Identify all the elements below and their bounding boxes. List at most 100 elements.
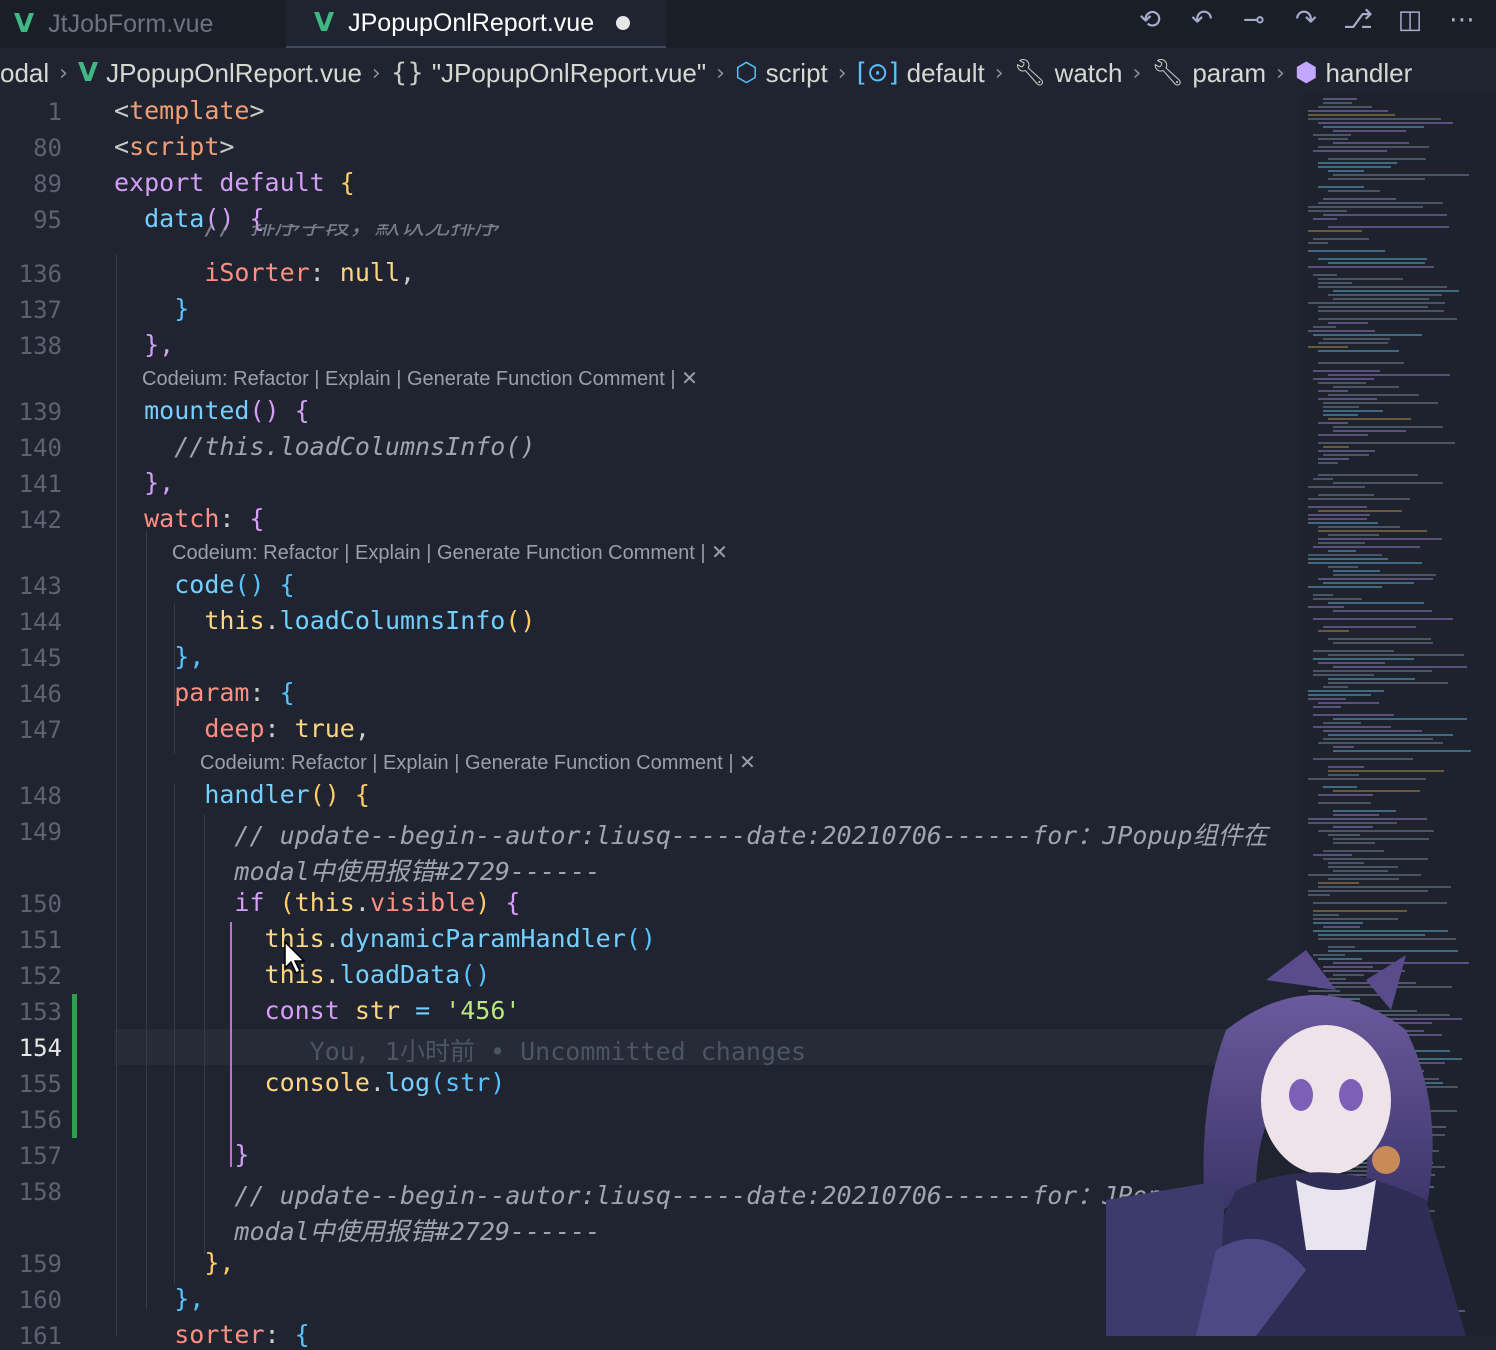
line-number: 143 [18,572,62,600]
breadcrumb-item[interactable]: default [907,58,985,89]
commit-icon[interactable]: ⊸ [1238,5,1270,35]
line-number: 152 [18,962,62,990]
minimap-line [1318,510,1402,512]
minimap-line [1323,686,1349,688]
minimap-line [1308,514,1371,516]
code-line: this.dynamicParamHandler() [264,924,656,953]
tab-jpopuponlreport[interactable]: V JPopupOnlReport.vue [286,0,666,48]
code-line: this.loadColumnsInfo() [204,606,536,635]
minimap-line [1318,282,1353,284]
line-number: 147 [18,716,62,744]
minimap-line [1308,114,1396,116]
line-number: 159 [18,1250,62,1278]
minimap-line [1328,862,1365,864]
breadcrumb-item[interactable]: watch [1055,58,1123,89]
git-blame-annotation: You, 1小时前 • Uncommitted changes [309,1037,807,1066]
minimap-line [1328,654,1465,656]
minimap-line [1318,702,1379,704]
minimap-line [1318,286,1447,288]
minimap-line [1318,162,1398,164]
minimap-line [1313,726,1391,728]
minimap-line [1328,602,1425,604]
minimap-line [1313,238,1369,240]
minimap-line [1318,186,1364,188]
minimap-line [1328,226,1450,228]
minimap-line [1318,542,1365,544]
go-back-icon[interactable]: ↶ [1186,5,1218,35]
breadcrumb-item[interactable]: "JPopupOnlReport.vue" [432,58,706,89]
breadcrumb-item[interactable]: JPopupOnlReport.vue [106,58,362,89]
code-line: }, [174,642,205,671]
minimap-line [1318,458,1350,460]
minimap-line [1313,370,1380,372]
go-forward-icon[interactable]: ↷ [1290,5,1322,35]
line-number: 161 [18,1322,62,1350]
mouse-cursor-icon [284,940,306,975]
breadcrumb-item[interactable]: odal [0,58,49,89]
code-line: if (this.visible) { [234,888,521,917]
minimap-line [1328,178,1425,180]
source-control-icon[interactable]: ⎇ [1342,5,1374,35]
code-line: modal中使用报错#2729------ [234,857,601,886]
code-line: } [174,294,190,323]
minimap-line [1308,818,1428,820]
breadcrumb-item[interactable]: handler [1326,58,1413,89]
line-number: 153 [18,998,62,1026]
minimap-line [1308,118,1441,120]
minimap-line [1323,338,1391,340]
minimap-line [1333,810,1396,812]
code-line: code() { [174,570,295,599]
codeium-codelens[interactable]: Codeium: Refactor | Explain | Generate F… [200,750,756,775]
minimap-line [1328,638,1432,640]
split-editor-icon[interactable]: ◫ [1394,5,1426,35]
codeium-codelens[interactable]: Codeium: Refactor | Explain | Generate F… [172,540,728,565]
minimap-line [1308,230,1362,232]
minimap-line [1318,882,1359,884]
minimap-line [1308,242,1329,244]
minimap-line [1328,566,1359,568]
line-number: 160 [18,1286,62,1314]
history-icon[interactable]: ⟲ [1134,5,1166,35]
minimap-line [1318,390,1349,392]
modified-dot-icon[interactable] [616,16,631,30]
minimap-line [1308,778,1426,780]
tab-jtjobform[interactable]: V JtJobForm.vue [14,0,213,48]
git-added-indicator[interactable] [72,994,77,1138]
line-number: 151 [18,926,62,954]
line-number: 136 [18,260,62,288]
wrench-icon: 🔧︎ [1013,58,1047,88]
minimap-line [1328,158,1426,160]
minimap-line [1318,794,1374,796]
minimap-line [1323,850,1384,852]
minimap-line [1313,150,1388,152]
minimap-line [1318,122,1453,124]
breadcrumb-item[interactable]: param [1192,58,1266,89]
minimap-line [1333,574,1436,576]
minimap-line [1323,406,1359,408]
minimap-line [1333,298,1430,300]
more-icon[interactable]: ⋯ [1446,5,1478,35]
minimap-line [1318,886,1452,888]
codeium-codelens[interactable]: Codeium: Refactor | Explain | Generate F… [142,366,698,391]
code-line: <template> [114,96,265,125]
minimap-line [1313,326,1336,328]
chevron-right-icon: › [837,60,847,86]
chevron-right-icon: › [994,60,1004,86]
minimap-line [1328,774,1360,776]
code-line: mounted() { [144,396,310,425]
minimap-line [1323,126,1424,128]
breadcrumb-item[interactable]: script [766,58,828,89]
minimap-line [1323,738,1434,740]
line-number: 149 [18,818,62,846]
tab-bar: V JtJobForm.vue V JPopupOnlReport.vue ⟲ … [0,0,1496,48]
code-line: // update--begin--autor:liusq-----date:2… [234,1181,1268,1210]
code-editor[interactable]: 1 80 89 95 136 137 138 139 140 141 142 1… [0,94,1304,1350]
minimap-line [1308,586,1382,588]
code-line: deep: true, [204,714,370,743]
minimap-line [1328,878,1399,880]
code-line: export default { [114,168,355,197]
line-number: 142 [18,506,62,534]
minimap-line [1318,278,1403,280]
minimap-line [1313,674,1375,676]
minimap-line [1318,494,1374,496]
